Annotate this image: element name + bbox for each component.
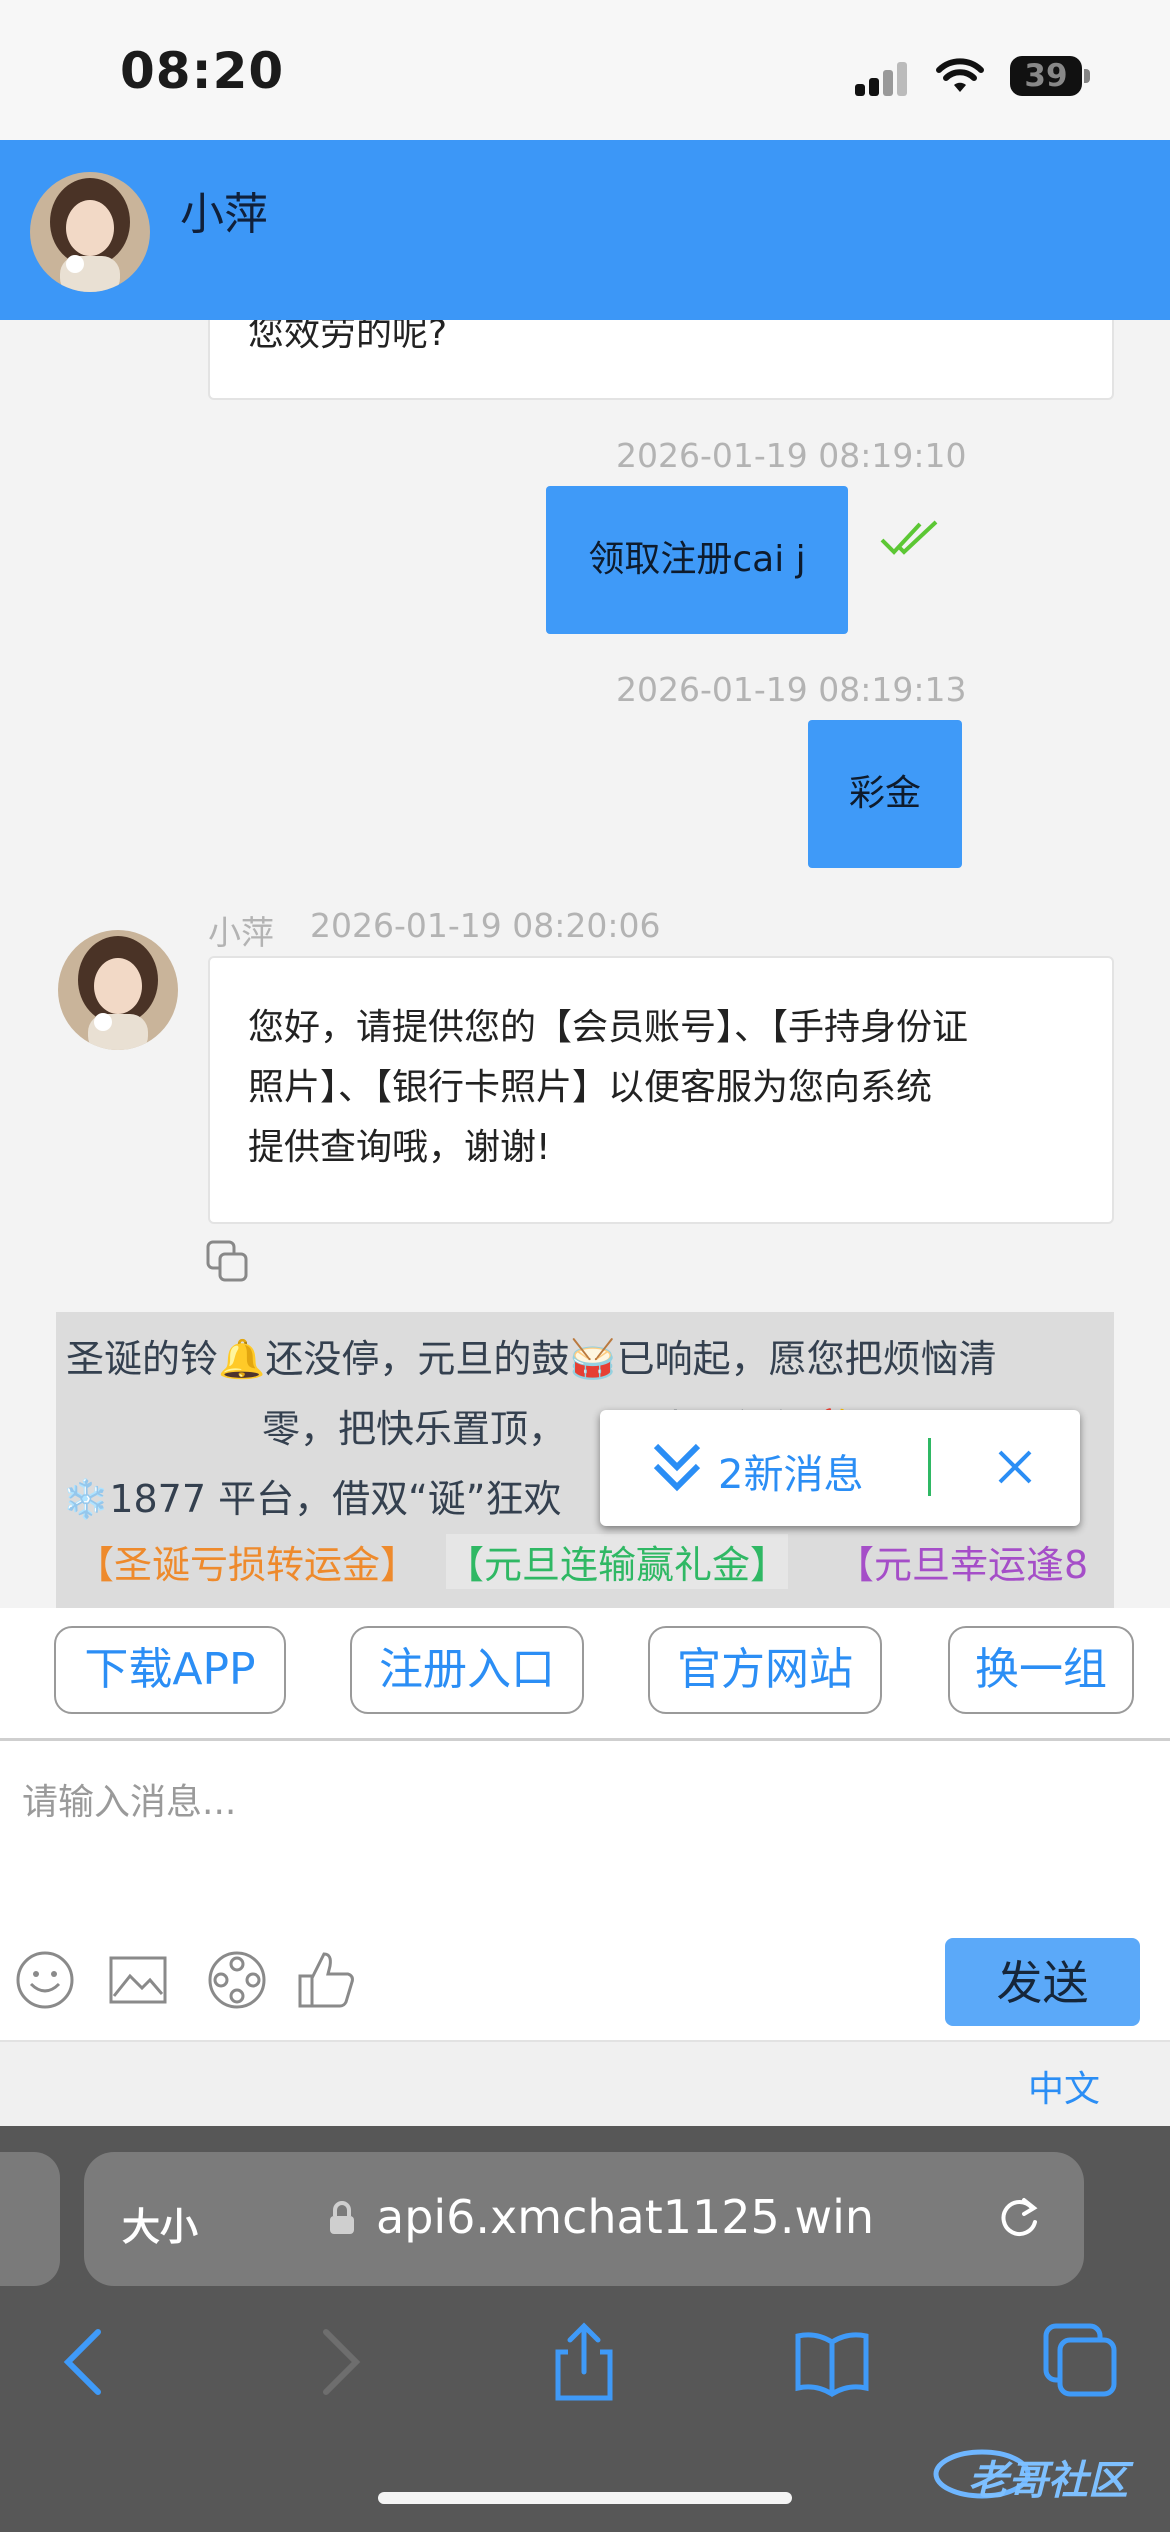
home-indicator bbox=[378, 2492, 792, 2504]
outgoing-message: 彩金 bbox=[808, 720, 962, 868]
announcement-line: 零，把快乐置顶， bbox=[262, 1407, 567, 1451]
battery-tip bbox=[1084, 69, 1090, 83]
agent-message-line: 您好，请提供您的【会员账号】、【手持身份证 bbox=[248, 1007, 969, 1048]
register-entry-button[interactable]: 注册入口 bbox=[350, 1626, 584, 1714]
video-icon[interactable] bbox=[207, 1950, 267, 2010]
bookmarks-icon[interactable] bbox=[792, 2322, 872, 2402]
official-site-button[interactable]: 官方网站 bbox=[648, 1626, 882, 1714]
copy-icon[interactable] bbox=[206, 1240, 250, 1284]
promo-link[interactable]: 【元旦幸运逢8 bbox=[836, 1534, 1088, 1589]
forward-icon[interactable] bbox=[298, 2322, 378, 2402]
agent-sender-name: 小萍 bbox=[208, 913, 274, 952]
message-timestamp: 2026-01-19 08:19:13 bbox=[616, 670, 967, 709]
agent-name: 小萍 bbox=[180, 189, 268, 240]
cellular-signal-icon bbox=[855, 60, 915, 96]
status-time: 08:20 bbox=[120, 42, 285, 100]
agent-message-avatar[interactable] bbox=[58, 930, 178, 1050]
language-bar bbox=[0, 2040, 1170, 2128]
new-messages-label[interactable]: 2新消息 bbox=[718, 1442, 863, 1500]
watermark-logo: 老哥社区 bbox=[930, 2440, 1160, 2504]
promo-link[interactable]: 【圣诞亏损转运金】 bbox=[76, 1534, 418, 1589]
share-icon[interactable] bbox=[544, 2322, 624, 2402]
emoji-icon[interactable] bbox=[15, 1950, 75, 2010]
wifi-icon bbox=[936, 58, 984, 92]
agent-message-line: 提供查询哦，谢谢! bbox=[248, 1127, 551, 1168]
close-icon[interactable] bbox=[996, 1448, 1034, 1486]
text-size-button[interactable]: 大小 bbox=[122, 2196, 198, 2251]
download-app-button[interactable]: 下载APP bbox=[54, 1626, 286, 1714]
popup-divider bbox=[928, 1438, 931, 1496]
battery-icon: 39 bbox=[1010, 56, 1082, 96]
promo-link[interactable]: 【元旦连输赢礼金】 bbox=[446, 1534, 789, 1589]
announcement-line: 圣诞的铃🔔还没停，元旦的鼓🥁已响起，愿您把烦恼清 bbox=[66, 1337, 997, 1381]
avatar-portrait-icon bbox=[30, 172, 150, 292]
agent-message: 您好，请提供您的【会员账号】、【手持身份证 照片】、【银行卡照片】以便客服为您向… bbox=[208, 956, 1114, 1224]
read-check-icon bbox=[880, 520, 938, 555]
chat-header bbox=[0, 140, 1170, 320]
lock-icon bbox=[330, 2201, 354, 2234]
outgoing-message: 领取注册cai j bbox=[546, 486, 848, 634]
double-chevron-down-icon bbox=[653, 1443, 701, 1492]
thumbs-up-icon[interactable] bbox=[296, 1950, 356, 2010]
message-timestamp: 2026-01-19 08:20:06 bbox=[310, 906, 661, 945]
outgoing-message-text: 领取注册cai j bbox=[588, 539, 806, 580]
change-group-button[interactable]: 换一组 bbox=[948, 1626, 1134, 1714]
message-input[interactable] bbox=[20, 1756, 1124, 1848]
back-icon[interactable] bbox=[46, 2322, 126, 2402]
image-icon[interactable] bbox=[108, 1950, 168, 2010]
announcement-line: ❄️1877 平台，借双“诞”狂欢 bbox=[62, 1477, 562, 1521]
new-messages-popup[interactable]: 2新消息 bbox=[600, 1410, 1080, 1526]
avatar-portrait-icon bbox=[58, 930, 178, 1050]
send-button[interactable]: 发送 bbox=[945, 1938, 1140, 2026]
url-text[interactable]: api6.xmchat1125.win bbox=[376, 2190, 874, 2244]
tabs-icon[interactable] bbox=[1040, 2322, 1120, 2402]
reload-icon[interactable] bbox=[994, 2194, 1044, 2244]
watermark-text: 老哥社区 bbox=[968, 2458, 1128, 2504]
agent-message-line: 照片】、【银行卡照片】以便客服为您向系统 bbox=[248, 1067, 933, 1108]
outgoing-message-text: 彩金 bbox=[848, 773, 921, 814]
language-switch[interactable]: 中文 bbox=[1028, 2060, 1100, 2112]
agent-avatar[interactable] bbox=[30, 172, 150, 292]
previous-tab-preview[interactable] bbox=[0, 2152, 60, 2286]
message-timestamp: 2026-01-19 08:19:10 bbox=[616, 436, 967, 475]
